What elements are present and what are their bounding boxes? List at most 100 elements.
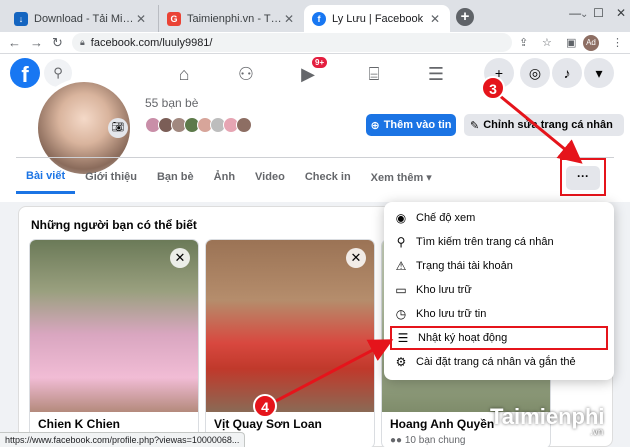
mutual-friends-text: 10 bạn chung <box>404 435 466 446</box>
tab-title: Ly Lưu | Facebook <box>332 12 424 25</box>
tab-title: Taimienphi.vn - Tìm trên Goo <box>187 12 282 25</box>
google-favicon-icon: G <box>167 11 181 26</box>
menu-item-story-archive[interactable]: ◷ Kho lưu trữ tin <box>390 302 608 326</box>
side-panel-icon[interactable]: ▣ <box>566 36 576 49</box>
profile-header: 📷︎ 55 bạn bè ⊕ Thêm vào tin ✎ Chỉnh sửa … <box>0 78 630 202</box>
tab-see-more[interactable]: Xem thêm ▾ <box>361 160 442 194</box>
tab-friends[interactable]: Bạn bè <box>147 160 204 194</box>
menu-item-archive[interactable]: ▭ Kho lưu trữ <box>390 278 608 302</box>
minimize-icon[interactable]: — <box>569 6 581 20</box>
back-icon[interactable]: ← <box>8 35 21 50</box>
profile-tabs: Bài viết Giới thiệu Bạn bè Ảnh Video Che… <box>16 160 442 200</box>
lock-icon: 🔒︎ <box>80 37 85 47</box>
mutual-friends-label: ●● 10 bạn chung <box>390 435 466 446</box>
dismiss-close-icon[interactable]: ✕ <box>346 248 366 268</box>
camera-icon[interactable]: 📷︎ <box>108 118 128 138</box>
profile-settings-icon: ⚙ <box>395 355 407 369</box>
new-tab-button[interactable]: + <box>456 8 474 26</box>
watermark-suffix: .vn <box>590 427 604 438</box>
friends-icon[interactable]: ⚇ <box>218 54 274 94</box>
suggestion-name[interactable]: Chien K Chien <box>38 417 120 431</box>
add-story-label: Thêm vào tin <box>383 119 452 131</box>
menu-item-profile-settings[interactable]: ⚙ Cài đặt trang cá nhân và gắn thẻ <box>390 350 608 374</box>
watermark-brand: Taimienphi <box>490 404 605 429</box>
friends-count[interactable]: 55 bạn bè <box>145 96 198 110</box>
url-text: facebook.com/luuly9981/ <box>90 36 213 49</box>
menu-bars-icon[interactable]: ☰ <box>408 54 464 94</box>
tab-videos[interactable]: Video <box>245 160 295 194</box>
menu-item-label: Nhật ký hoạt động <box>418 332 508 344</box>
bookmark-star-icon[interactable]: ☆ <box>542 36 552 49</box>
messenger-icon[interactable]: ◎ <box>520 58 550 88</box>
plus-circle-icon: ⊕ <box>370 119 380 132</box>
suggestion-name[interactable]: Vịt Quay Sơn Loan <box>214 417 322 431</box>
marketplace-icon[interactable]: ⌸ <box>346 54 402 94</box>
dismiss-close-icon[interactable]: ✕ <box>170 248 190 268</box>
add-story-button[interactable]: ⊕ Thêm vào tin <box>366 114 456 136</box>
search-icon: ⚲ <box>396 235 406 249</box>
reload-icon[interactable]: ↻ <box>52 35 63 51</box>
edit-profile-button[interactable]: ✎ Chỉnh sửa trang cá nhân <box>464 114 624 136</box>
menu-item-search-profile[interactable]: ⚲ Tìm kiếm trên trang cá nhân <box>390 230 608 254</box>
clock-icon: ◷ <box>395 307 407 321</box>
maximize-icon[interactable]: ☐ <box>593 6 604 20</box>
mutual-friends-icon: ●● <box>390 435 403 446</box>
divider <box>16 157 614 158</box>
menu-item-label: Trạng thái tài khoản <box>416 260 513 272</box>
list-icon: ☰ <box>397 331 409 345</box>
facebook-favicon-icon: f <box>312 11 326 26</box>
menu-item-label: Kho lưu trữ tin <box>416 308 487 320</box>
suggestion-name[interactable]: Hoang Anh Quyền <box>390 417 494 431</box>
link-status-bar: https://www.facebook.com/profile.php?vie… <box>0 432 246 447</box>
address-toolbar: ← → ↻ 🔒︎ facebook.com/luuly9981/ ⇪ ☆ ▣ A… <box>0 32 630 54</box>
close-icon[interactable]: ✕ <box>428 12 442 26</box>
archive-icon: ▭ <box>395 283 407 297</box>
facebook-logo[interactable]: f <box>10 58 40 88</box>
window-close-icon[interactable]: ✕ <box>616 6 626 20</box>
more-options-menu: ◉ Chế độ xem ⚲ Tìm kiếm trên trang cá nh… <box>384 202 614 380</box>
menu-item-activity-log[interactable]: ☰ Nhật ký hoạt động <box>390 326 608 350</box>
menu-item-label: Chế độ xem <box>416 212 476 224</box>
forward-icon[interactable]: → <box>30 35 43 50</box>
notifications-bell-icon[interactable]: ♪ <box>552 58 582 88</box>
browser-tab-bar: ↓ Download - Tải Miễn Phí VN ✕ G Taimien… <box>0 0 630 32</box>
friend-avatar[interactable] <box>236 117 252 133</box>
menu-item-label: Kho lưu trữ <box>416 284 472 296</box>
account-chevron-icon[interactable]: ▾ <box>584 58 614 88</box>
suggestion-card[interactable]: ✕ Vịt Quay Sơn Loan <box>205 239 375 447</box>
suggestion-card[interactable]: ✕ Chien K Chien <box>29 239 199 447</box>
more-options-highlight <box>560 158 606 196</box>
url-bar[interactable]: 🔒︎ facebook.com/luuly9981/ <box>72 33 512 52</box>
tab-photos[interactable]: Ảnh <box>204 160 245 194</box>
tab-title: Download - Tải Miễn Phí VN <box>34 12 134 25</box>
watermark-logo: Taimienphi <box>490 404 605 430</box>
window-controls: — ☐ ✕ <box>569 6 626 20</box>
menu-item-account-status[interactable]: ⚠ Trạng thái tài khoản <box>390 254 608 278</box>
menu-item-view-as[interactable]: ◉ Chế độ xem <box>390 206 608 230</box>
close-icon[interactable]: ✕ <box>134 12 148 26</box>
close-icon[interactable]: ✕ <box>282 12 296 26</box>
eye-icon: ◉ <box>395 211 407 225</box>
menu-item-label: Cài đặt trang cá nhân và gắn thẻ <box>416 356 576 368</box>
watch-icon[interactable]: ▶ 9+ <box>280 54 336 94</box>
share-icon[interactable]: ⇪ <box>519 36 528 49</box>
browser-tab-facebook[interactable]: f Ly Lưu | Facebook ✕ <box>304 5 450 32</box>
step-3-marker: 3 <box>481 76 505 100</box>
browser-menu-icon[interactable]: ⋮ <box>612 36 623 49</box>
step-4-marker: 4 <box>253 394 277 418</box>
watch-notification-badge: 9+ <box>312 57 328 68</box>
friend-avatars <box>145 117 252 133</box>
browser-tab-google[interactable]: G Taimienphi.vn - Tìm trên Goo ✕ <box>158 5 304 32</box>
tab-about[interactable]: Giới thiệu <box>75 160 147 194</box>
download-favicon-icon: ↓ <box>14 11 28 26</box>
menu-item-label: Tìm kiếm trên trang cá nhân <box>416 236 554 248</box>
warning-icon: ⚠ <box>395 259 407 273</box>
tab-posts[interactable]: Bài viết <box>16 160 76 194</box>
tab-checkins[interactable]: Check in <box>295 160 361 194</box>
home-icon[interactable]: ⌂ <box>156 54 212 94</box>
edit-profile-label: Chỉnh sửa trang cá nhân <box>483 119 613 131</box>
suggestions-title: Những người bạn có thể biết <box>31 218 197 232</box>
browser-tab-download[interactable]: ↓ Download - Tải Miễn Phí VN ✕ <box>6 5 156 32</box>
browser-profile-avatar[interactable]: Ad <box>583 35 599 51</box>
pencil-icon: ✎ <box>470 119 480 132</box>
